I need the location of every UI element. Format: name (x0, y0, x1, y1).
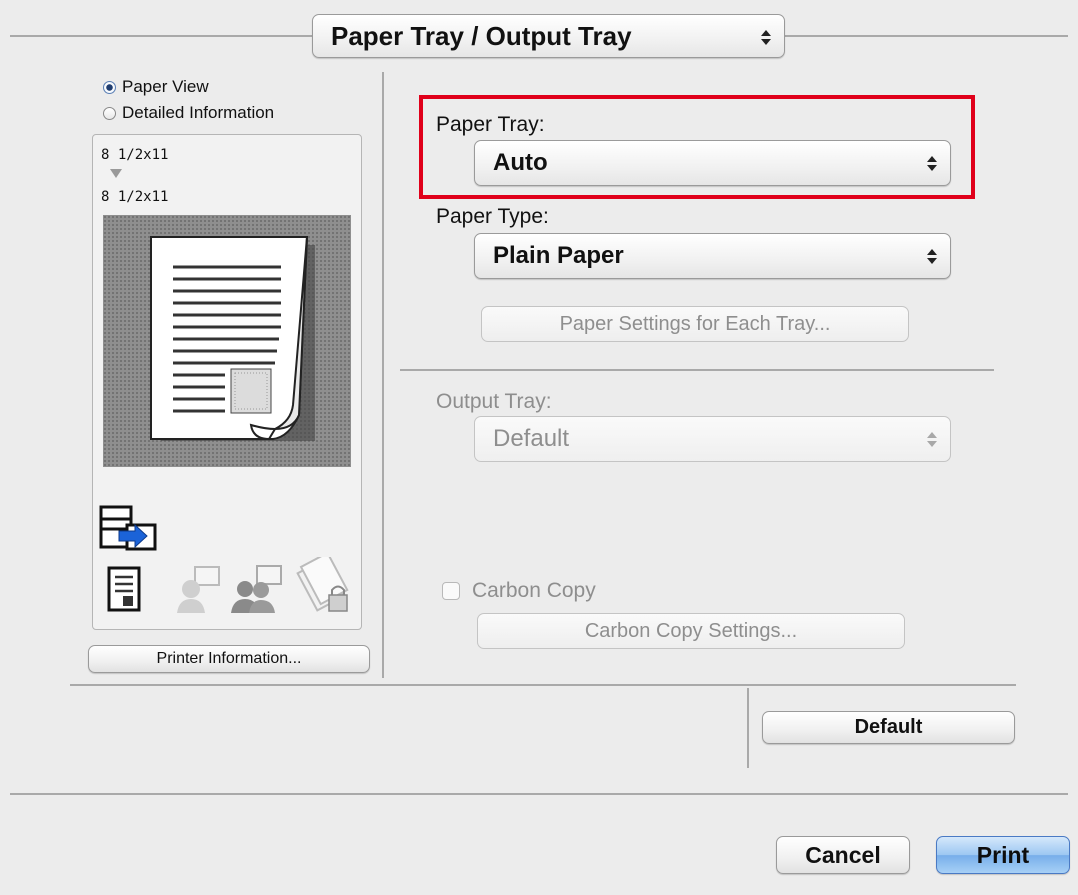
updown-arrows-icon (926, 234, 938, 278)
carbon-copy-settings-label: Carbon Copy Settings... (584, 620, 798, 642)
paper-preview-panel: 8 1/2x11 8 1/2x11 (92, 134, 362, 630)
document-icon (107, 566, 141, 612)
printer-output-icon (99, 505, 157, 551)
paper-type-value: Plain Paper (493, 242, 624, 269)
paper-type-popup[interactable]: Plain Paper (474, 233, 951, 279)
radio-unselected-icon (103, 106, 116, 120)
default-divider (747, 688, 749, 768)
print-button-label: Print (976, 842, 1030, 868)
section-selector-label: Paper Tray / Output Tray (331, 21, 632, 51)
page-preview-icon (150, 236, 315, 441)
column-divider (382, 72, 384, 678)
cancel-button-label: Cancel (805, 842, 881, 868)
original-size-label: 8 1/2x11 (101, 147, 169, 163)
user-icon (177, 566, 220, 613)
carbon-copy-settings-button[interactable]: Carbon Copy Settings... (477, 613, 905, 649)
output-size-label: 8 1/2x11 (101, 189, 169, 205)
top-separator-left (10, 35, 312, 37)
paper-settings-for-each-tray-button[interactable]: Paper Settings for Each Tray... (481, 306, 909, 342)
output-tray-label: Output Tray: (436, 390, 552, 413)
updown-arrows-icon (926, 141, 938, 185)
default-button[interactable]: Default (762, 711, 1015, 744)
carbon-copy-checkbox[interactable] (442, 582, 460, 600)
paper-type-label: Paper Type: (436, 205, 549, 228)
settings-separator (400, 369, 994, 371)
radio-paper-view-label: Paper View (122, 77, 209, 96)
paper-settings-for-each-tray-label: Paper Settings for Each Tray... (559, 313, 831, 335)
radio-paper-view[interactable]: Paper View (103, 77, 209, 97)
top-separator-right (785, 35, 1068, 37)
radio-selected-icon (103, 80, 116, 94)
paper-tray-value: Auto (493, 149, 548, 176)
updown-arrows-icon (926, 417, 938, 461)
carbon-copy-label: Carbon Copy (472, 579, 596, 602)
radio-detailed-information-label: Detailed Information (122, 103, 275, 122)
footer-separator (70, 684, 1016, 686)
carbon-copy-checkbox-row[interactable]: Carbon Copy (442, 579, 596, 603)
paper-preview-area (103, 215, 351, 467)
print-button[interactable]: Print (936, 836, 1070, 874)
default-button-label: Default (854, 716, 923, 738)
output-tray-popup[interactable]: Default (474, 416, 951, 462)
group-users-icon (231, 565, 282, 613)
dialog-bottom-separator (10, 793, 1068, 795)
updown-arrows-icon (760, 15, 772, 59)
paper-tray-popup[interactable]: Auto (474, 140, 951, 186)
paper-tray-label: Paper Tray: (436, 113, 545, 136)
section-selector[interactable]: Paper Tray / Output Tray (312, 14, 785, 58)
down-triangle-icon (110, 169, 122, 178)
printer-information-button[interactable]: Printer Information... (88, 645, 370, 673)
radio-detailed-information[interactable]: Detailed Information (103, 103, 274, 123)
cancel-button[interactable]: Cancel (776, 836, 910, 874)
secure-document-icon (296, 557, 349, 612)
printer-information-label: Printer Information... (156, 650, 302, 667)
output-tray-value: Default (493, 425, 570, 452)
